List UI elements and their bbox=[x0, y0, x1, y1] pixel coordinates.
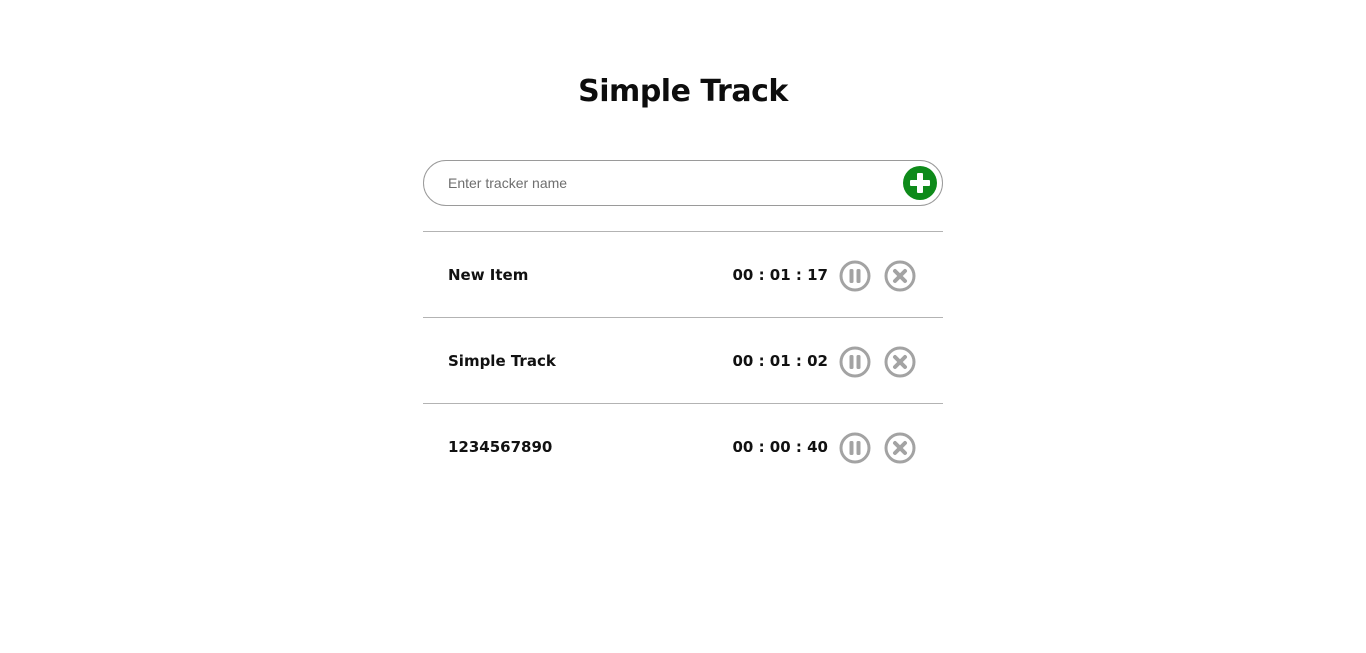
tracker-name: 1234567890 bbox=[448, 438, 553, 456]
tracker-row: 1234567890 00 : 00 : 40 bbox=[423, 403, 943, 489]
pause-button[interactable] bbox=[839, 432, 871, 464]
pause-button[interactable] bbox=[839, 346, 871, 378]
remove-button[interactable] bbox=[884, 260, 916, 292]
tracker-time: 00 : 00 : 40 bbox=[732, 438, 828, 456]
add-tracker-form bbox=[423, 160, 943, 206]
page-title: Simple Track bbox=[578, 74, 788, 109]
pause-circle-icon bbox=[839, 346, 871, 378]
app-page: Simple Track New Item 00 : 01 : 17 bbox=[0, 0, 1366, 653]
tracker-name: Simple Track bbox=[448, 352, 556, 370]
pause-button[interactable] bbox=[839, 260, 871, 292]
remove-button[interactable] bbox=[884, 346, 916, 378]
remove-button[interactable] bbox=[884, 432, 916, 464]
close-circle-icon bbox=[884, 346, 916, 378]
tracker-list: New Item 00 : 01 : 17 Simple Track 00 : … bbox=[423, 231, 943, 489]
tracker-time: 00 : 01 : 17 bbox=[732, 266, 828, 284]
tracker-row: New Item 00 : 01 : 17 bbox=[423, 231, 943, 317]
tracker-row: Simple Track 00 : 01 : 02 bbox=[423, 317, 943, 403]
tracker-name-input[interactable] bbox=[448, 171, 888, 195]
tracker-name: New Item bbox=[448, 266, 529, 284]
add-tracker-button[interactable] bbox=[903, 166, 937, 200]
close-circle-icon bbox=[884, 432, 916, 464]
close-circle-icon bbox=[884, 260, 916, 292]
pause-circle-icon bbox=[839, 260, 871, 292]
plus-circle-icon bbox=[910, 173, 930, 193]
tracker-time: 00 : 01 : 02 bbox=[732, 352, 828, 370]
pause-circle-icon bbox=[839, 432, 871, 464]
